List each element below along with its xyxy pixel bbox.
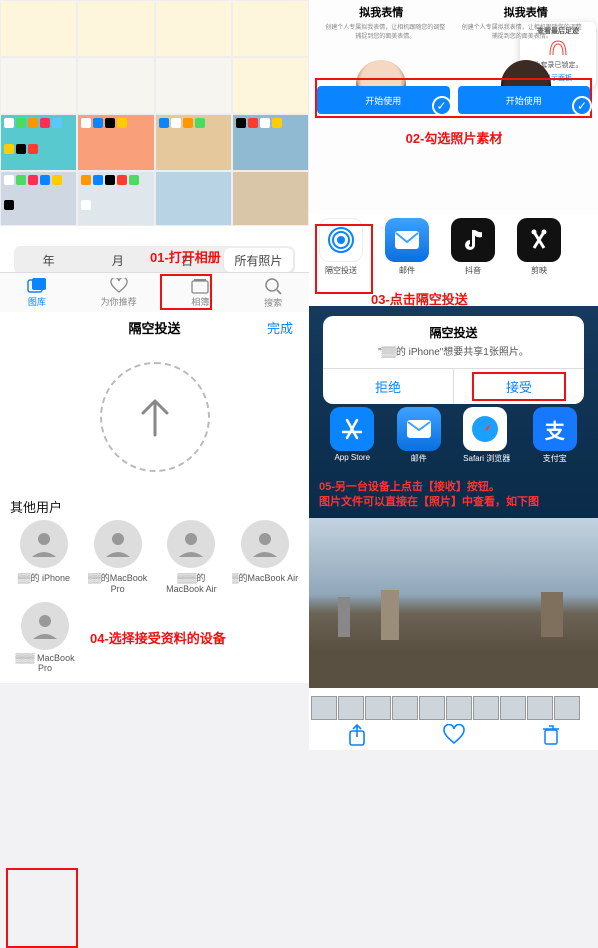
search-icon — [264, 277, 282, 295]
thumb[interactable] — [77, 57, 154, 114]
share-douyin[interactable]: 抖音 — [447, 218, 499, 276]
thumb[interactable] — [232, 57, 309, 114]
done-button[interactable]: 完成 — [267, 318, 293, 337]
memoji-selection: 查看最后足迹 此套录已锁定。 显示面板 拟我表情 拟我表情 创建个人专属拟我表情… — [309, 0, 598, 214]
received-photo[interactable] — [309, 518, 598, 688]
thumb[interactable] — [155, 0, 232, 57]
home-app[interactable]: Safari 浏览器 — [463, 407, 510, 464]
thumb[interactable] — [77, 171, 154, 226]
start-button[interactable]: 开始使用 ✓ — [317, 86, 450, 114]
home-app[interactable]: 邮件 — [397, 407, 441, 464]
mail-icon — [407, 420, 431, 438]
airdrop-device[interactable]: ▒▒▒ MacBook Pro — [10, 602, 80, 673]
photos-app-screenshot: 年 月 日 所有照片 01-打开相册 图库 为你推荐 相簿 搜索 — [0, 0, 309, 312]
mail-icon — [394, 230, 420, 250]
check-icon: ✓ — [432, 96, 452, 116]
library-icon — [27, 278, 47, 294]
accept-button[interactable]: 接受 — [454, 369, 584, 404]
photos-tabbar: 图库 为你推荐 相簿 搜索 — [0, 272, 309, 312]
airdrop-device[interactable]: ▒▒▒的 MacBook Air — [158, 520, 226, 594]
tab-search[interactable]: 搜索 — [264, 277, 282, 309]
alipay-icon: 支 — [533, 407, 577, 451]
annotation-05: 05-另一台设备上点击【接收】按钮。 图片文件可以直接在【照片】中查看，如下图 — [319, 480, 594, 510]
tab-foryou[interactable]: 为你推荐 — [101, 278, 137, 308]
thumb[interactable] — [77, 0, 154, 57]
annotation-01: 01-打开相册 — [150, 247, 221, 266]
filmstrip[interactable] — [309, 696, 598, 720]
thumb[interactable] — [232, 114, 309, 171]
airdrop-radar — [100, 362, 210, 472]
receive-dialog-screenshot: 隔空投送 "▒▒的 iPhone"想要共享1张照片。 拒绝 接受 App Sto… — [309, 306, 598, 518]
seg-year[interactable]: 年 — [14, 246, 83, 274]
thumb[interactable] — [0, 57, 77, 114]
airdrop-device[interactable]: ▒▒的MacBook Pro — [84, 520, 152, 594]
home-app[interactable]: App Store — [330, 407, 374, 464]
share-sheet: 隔空投送 邮件 抖音 剪映 03-点击隔空投送 — [309, 214, 598, 306]
photo-thumbnail-grid — [0, 0, 309, 226]
heart-icon — [110, 278, 128, 294]
toolbar — [309, 720, 598, 750]
other-users-label: 其他用户 — [10, 497, 299, 516]
thumb[interactable] — [155, 114, 232, 171]
airdrop-receive-dialog: 隔空投送 "▒▒的 iPhone"想要共享1张照片。 拒绝 接受 — [323, 316, 584, 404]
seg-all[interactable]: 所有照片 — [224, 248, 293, 272]
share-icon[interactable] — [347, 723, 367, 747]
thumb[interactable] — [0, 171, 77, 226]
tab-library[interactable]: 图库 — [27, 278, 47, 308]
person-icon — [103, 529, 133, 559]
dialog-title: 隔空投送 — [323, 316, 584, 343]
thumb[interactable] — [0, 114, 77, 171]
person-icon — [250, 529, 280, 559]
tab-albums[interactable]: 相簿 — [190, 278, 210, 308]
thumb[interactable] — [232, 0, 309, 57]
airdrop-device[interactable]: ▒的MacBook Air — [231, 520, 299, 594]
person-icon — [29, 529, 59, 559]
start-button[interactable]: 开始使用 ✓ — [458, 86, 591, 114]
share-jianying[interactable]: 剪映 — [513, 218, 565, 276]
thumb[interactable] — [77, 114, 154, 171]
jianying-icon — [527, 228, 551, 252]
thumb[interactable] — [155, 57, 232, 114]
thumb[interactable] — [0, 0, 77, 57]
airdrop-sheet: 隔空投送 完成 其他用户 ▒▒的 iPhone ▒▒的MacBook Pro ▒… — [0, 312, 309, 683]
annotation-02: 02-勾选照片素材 — [389, 128, 519, 147]
arrow-up-icon — [137, 395, 173, 439]
photos-result — [309, 518, 598, 750]
thumb[interactable] — [155, 171, 232, 226]
airdrop-title: 隔空投送 — [128, 318, 180, 337]
share-mail[interactable]: 邮件 — [381, 218, 433, 276]
annotation-04: 04-选择接受资料的设备 — [90, 628, 226, 647]
decline-button[interactable]: 拒绝 — [323, 369, 454, 404]
seg-month[interactable]: 月 — [83, 246, 152, 274]
douyin-icon — [462, 227, 484, 253]
person-icon — [30, 611, 60, 641]
trash-icon[interactable] — [542, 724, 560, 746]
check-icon: ✓ — [572, 96, 592, 116]
airdrop-device[interactable]: ▒▒的 iPhone — [10, 520, 78, 594]
person-icon — [176, 529, 206, 559]
safari-icon — [470, 414, 500, 444]
home-app[interactable]: 支支付宝 — [533, 407, 577, 464]
thumb[interactable] — [232, 171, 309, 226]
dialog-message: "▒▒的 iPhone"想要共享1张照片。 — [323, 343, 584, 368]
heart-icon[interactable] — [442, 724, 466, 746]
appstore-icon — [339, 416, 365, 442]
